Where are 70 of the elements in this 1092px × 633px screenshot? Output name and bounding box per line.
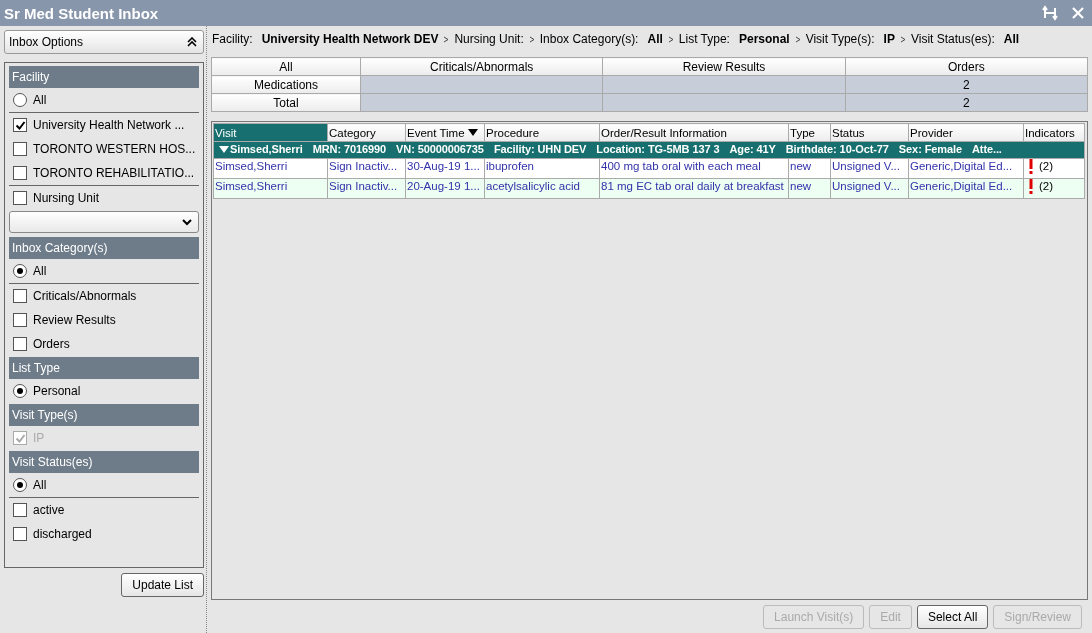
radio-option[interactable]: All	[9, 473, 199, 498]
indicator-count: (2)	[1039, 159, 1054, 174]
collapse-icon	[187, 37, 197, 47]
filter-value: University Health Network DEV	[261, 32, 439, 46]
patient-detail: Atte...	[971, 142, 1002, 157]
chevron-icon	[794, 35, 801, 43]
chevron-icon	[899, 35, 906, 43]
patient-detail: VN: 50000006735	[396, 142, 484, 157]
chevron-icon	[443, 35, 450, 43]
summary-header[interactable]: Review Results	[602, 57, 846, 76]
column-header[interactable]: Indicators	[1023, 123, 1085, 142]
checkbox-option[interactable]: discharged	[9, 522, 199, 546]
patient-detail: Sex: Female	[898, 142, 962, 157]
checkbox-option[interactable]: active	[9, 498, 199, 522]
radio-option[interactable]: All	[9, 259, 199, 284]
filter-value: IP	[883, 32, 895, 46]
radio-option[interactable]: All	[9, 88, 199, 113]
summary-header[interactable]: All	[211, 57, 361, 76]
inbox-options-toggle[interactable]: Inbox Options	[4, 30, 204, 54]
filter-label: Visit Status(es):	[910, 32, 995, 46]
column-header[interactable]: Procedure	[484, 123, 600, 142]
close-icon[interactable]	[1072, 7, 1084, 19]
section-header: Facility	[9, 66, 199, 88]
radio-option[interactable]: Personal	[9, 379, 199, 403]
action-button[interactable]: Select All	[916, 605, 989, 629]
section-header: Visit Type(s)	[9, 404, 199, 426]
checkbox-option[interactable]: Review Results	[9, 308, 199, 332]
chevron-icon	[667, 35, 674, 43]
nursing-unit-dropdown[interactable]	[9, 211, 199, 233]
patient-detail: MRN: 7016990	[312, 142, 387, 157]
checkbox-option[interactable]: Orders	[9, 332, 199, 356]
column-header[interactable]: Visit	[213, 123, 328, 142]
indicator-count: (2)	[1039, 179, 1054, 194]
filter-value: All	[647, 32, 663, 46]
column-header[interactable]: Provider	[908, 123, 1024, 142]
checkbox-option[interactable]: TORONTO WESTERN HOS...	[9, 137, 199, 161]
checkbox-option[interactable]: TORONTO REHABILITATIO...	[9, 161, 199, 186]
window-title: Sr Med Student Inbox	[4, 4, 159, 22]
table-cell: Simsed,Sherri	[213, 158, 328, 179]
column-header[interactable]: Status	[830, 123, 909, 142]
filter-value: Personal	[738, 32, 790, 46]
table-cell: Simsed,Sherri	[213, 178, 328, 199]
patient-detail: Age: 41Y	[729, 142, 776, 157]
patient-detail: Facility: UHN DEV	[493, 142, 587, 157]
filter-label: Facility:	[212, 32, 253, 46]
patient-detail: Location: TG-5MB 137 3	[596, 142, 720, 157]
caret-icon[interactable]	[219, 145, 229, 154]
dropdown-icon	[182, 218, 192, 226]
summary-header[interactable]: Orders	[845, 57, 1088, 76]
sort-icon	[467, 129, 478, 136]
filter-label: Inbox Category(s):	[539, 32, 639, 46]
filter-label: List Type:	[678, 32, 730, 46]
summary-header[interactable]: Criticals/Abnormals	[360, 57, 603, 76]
filter-value: All	[1003, 32, 1020, 46]
section-header: List Type	[9, 357, 199, 379]
section-header: Inbox Category(s)	[9, 237, 199, 259]
column-header[interactable]: Event Time	[405, 123, 485, 142]
patient-name: Simsed,Sherri	[230, 142, 303, 157]
column-header[interactable]: Category	[327, 123, 406, 142]
update-list-button[interactable]: Update List	[121, 573, 204, 597]
checkbox-option[interactable]: University Health Network ...	[9, 113, 199, 137]
patient-detail: Birthdate: 10-Oct-77	[785, 142, 889, 157]
column-header[interactable]: Type	[788, 123, 831, 142]
chevron-icon	[528, 35, 535, 43]
filter-label: Visit Type(s):	[805, 32, 875, 46]
checkbox-option[interactable]: Criticals/Abnormals	[9, 284, 199, 308]
checkbox-option[interactable]: Nursing Unit	[9, 186, 199, 210]
filter-label: Nursing Unit:	[454, 32, 524, 46]
column-header[interactable]: Order/Result Information	[599, 123, 789, 142]
section-header: Visit Status(es)	[9, 451, 199, 473]
